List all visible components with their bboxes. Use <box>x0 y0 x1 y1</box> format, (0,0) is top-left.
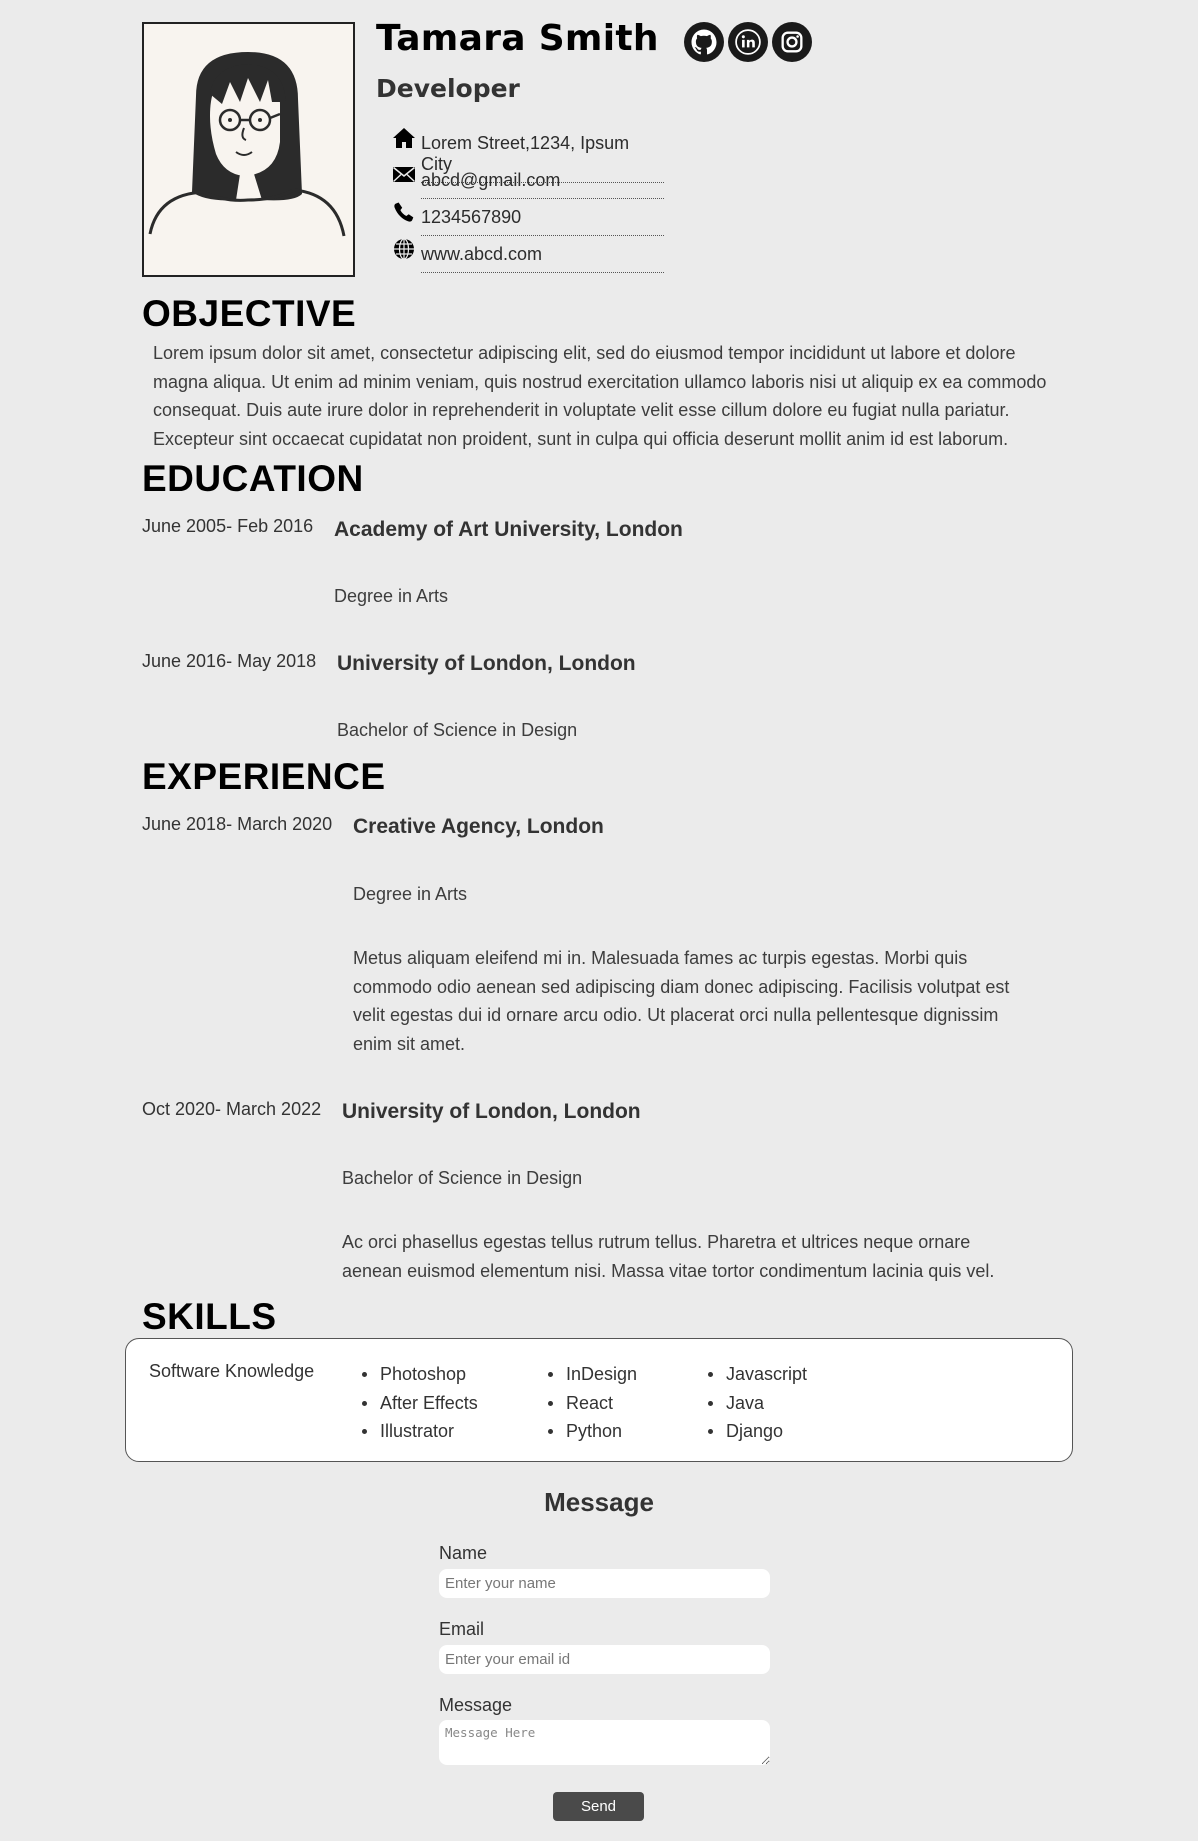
message-textarea[interactable] <box>439 1720 770 1765</box>
email-text: abcd@gmail.com <box>421 170 664 199</box>
experience-description: Metus aliquam eleifend mi in. Malesuada … <box>353 948 1010 1054</box>
skills-heading: SKILLS <box>142 1296 277 1337</box>
skill-item: Javascript <box>708 1360 807 1389</box>
github-icon[interactable] <box>684 22 724 62</box>
skills-list: InDesign React Python <box>548 1360 637 1446</box>
education-heading: EDUCATION <box>142 458 364 499</box>
linkedin-icon[interactable] <box>728 22 768 62</box>
experience-subtitle: Degree in Arts <box>353 884 468 904</box>
experience-subtitle: Bachelor of Science in Design <box>342 1168 583 1188</box>
skills-label: Software Knowledge <box>149 1361 315 1381</box>
education-date: June 2005- Feb 2016 <box>142 516 314 536</box>
skill-item: Django <box>708 1417 807 1446</box>
contact-email: abcd@gmail.com <box>392 163 664 200</box>
education-title: Academy of Art University, London <box>334 518 683 541</box>
education-date: June 2016- May 2018 <box>142 651 317 671</box>
contact-list: Lorem Street,1234, Ipsum City abcd@gmail… <box>392 126 664 274</box>
education-title: University of London, London <box>337 652 636 675</box>
education-subtitle: Bachelor of Science in Design <box>337 720 578 740</box>
name-input[interactable] <box>439 1569 770 1598</box>
contact-phone: 1234567890 <box>392 200 664 237</box>
skill-item: InDesign <box>548 1360 637 1389</box>
experience-title: Creative Agency, London <box>353 815 604 838</box>
experience-heading: EXPERIENCE <box>142 756 386 797</box>
email-input[interactable] <box>439 1645 770 1674</box>
skill-item: Illustrator <box>362 1417 478 1446</box>
name-label: Name <box>439 1543 488 1563</box>
profile-name: Tamara Smith <box>376 18 659 59</box>
experience-date: Oct 2020- March 2022 <box>142 1099 322 1119</box>
skill-item: Python <box>548 1417 637 1446</box>
social-links <box>684 22 812 62</box>
instagram-icon[interactable] <box>772 22 812 62</box>
skills-panel: Software Knowledge Photoshop After Effec… <box>125 1338 1073 1462</box>
contact-website: www.abcd.com <box>392 237 664 274</box>
resume-page: Tamara Smith Developer Lorem Street,1234… <box>0 0 1198 1841</box>
send-button[interactable]: Send <box>553 1792 644 1821</box>
email-label: Email <box>439 1619 485 1639</box>
website-text: www.abcd.com <box>421 244 664 273</box>
skill-item: Java <box>708 1389 807 1418</box>
message-label: Message <box>439 1695 513 1715</box>
experience-title: University of London, London <box>342 1100 641 1123</box>
profile-role: Developer <box>376 74 520 103</box>
education-subtitle: Degree in Arts <box>334 586 449 606</box>
phone-text: 1234567890 <box>421 207 664 236</box>
mail-icon <box>392 166 416 183</box>
skill-item: React <box>548 1389 637 1418</box>
message-form-title: Message <box>544 1487 654 1517</box>
experience-date: June 2018- March 2020 <box>142 814 333 834</box>
objective-heading: OBJECTIVE <box>142 293 357 334</box>
skill-item: Photoshop <box>362 1360 478 1389</box>
experience-description: Ac orci phasellus egestas tellus rutrum … <box>342 1232 995 1281</box>
profile-avatar <box>142 22 355 277</box>
skill-item: After Effects <box>362 1389 478 1418</box>
home-icon <box>393 128 415 148</box>
objective-text: Lorem ipsum dolor sit amet, consectetur … <box>153 343 1047 449</box>
skills-list: Photoshop After Effects Illustrator <box>362 1360 478 1446</box>
phone-icon <box>394 202 414 222</box>
contact-address: Lorem Street,1234, Ipsum City <box>392 126 664 183</box>
globe-icon <box>394 238 414 260</box>
skills-list: Javascript Java Django <box>708 1360 807 1446</box>
